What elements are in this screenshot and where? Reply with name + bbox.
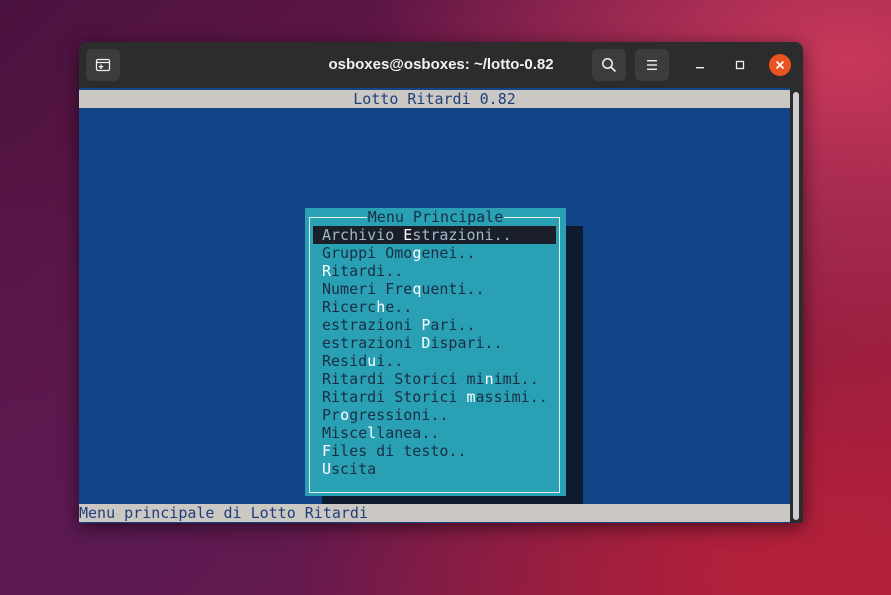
search-icon bbox=[602, 58, 617, 73]
menu-item-text-after: iles di testo.. bbox=[331, 442, 467, 460]
title-bar: osboxes@osboxes: ~/lotto-0.82 bbox=[79, 42, 803, 88]
search-button[interactable] bbox=[592, 49, 626, 81]
menu-item[interactable]: Uscita bbox=[313, 460, 556, 478]
menu-item-text-before: Resid bbox=[322, 352, 368, 370]
menu-item-text-after: enei.. bbox=[421, 244, 476, 262]
maximize-icon bbox=[735, 60, 745, 70]
dialog-title-text: Menu Principale bbox=[366, 208, 505, 226]
main-menu-button[interactable] bbox=[635, 49, 669, 81]
menu-item[interactable]: estrazioni Dispari.. bbox=[313, 334, 556, 352]
menu-item[interactable]: Ritardi.. bbox=[313, 262, 556, 280]
menu-list: Archivio Estrazioni.. Gruppi Omogenei.. Ri… bbox=[313, 226, 556, 478]
menu-item-text-before: Archivio bbox=[322, 226, 404, 244]
hamburger-menu-icon bbox=[647, 60, 657, 70]
menu-item-hotkey: n bbox=[484, 370, 494, 388]
menu-item-text-before: Gruppi Omo bbox=[322, 244, 413, 262]
menu-item-hotkey: g bbox=[412, 244, 422, 262]
menu-item-text-after: itardi.. bbox=[331, 262, 404, 280]
menu-item-text-before: Pr bbox=[322, 406, 341, 424]
menu-item[interactable]: estrazioni Pari.. bbox=[313, 316, 556, 334]
menu-item-hotkey: o bbox=[340, 406, 350, 424]
terminal-area[interactable]: Lotto Ritardi 0.82 Menu Principale Archi… bbox=[79, 88, 790, 523]
menu-item-text-before: Ricerc bbox=[322, 298, 377, 316]
menu-item-text-after: scita bbox=[331, 460, 377, 478]
menu-item[interactable]: Ricerche.. bbox=[313, 298, 556, 316]
menu-item[interactable]: Miscellanea.. bbox=[313, 424, 556, 442]
menu-item-text-after: ari.. bbox=[430, 316, 476, 334]
menu-item-hotkey: U bbox=[322, 460, 332, 478]
menu-item-text-after: i.. bbox=[376, 352, 404, 370]
app-title-bar: Lotto Ritardi 0.82 bbox=[79, 90, 790, 108]
menu-item[interactable]: Gruppi Omogenei.. bbox=[313, 244, 556, 262]
menu-item-hotkey: u bbox=[367, 352, 377, 370]
menu-item-hotkey: F bbox=[322, 442, 332, 460]
close-icon bbox=[775, 60, 785, 70]
close-button[interactable] bbox=[769, 54, 791, 76]
menu-item-text-after: e.. bbox=[385, 298, 413, 316]
menu-item-hotkey: m bbox=[466, 388, 476, 406]
menu-item[interactable]: Residui.. bbox=[313, 352, 556, 370]
menu-item-hotkey: h bbox=[376, 298, 386, 316]
scrollbar[interactable] bbox=[790, 88, 803, 523]
menu-item-text-after: assimi.. bbox=[475, 388, 548, 406]
menu-item-text-after: ispari.. bbox=[430, 334, 503, 352]
main-menu-dialog: Menu Principale Archivio Estrazioni.. Gru… bbox=[305, 208, 566, 496]
menu-item-text-after: uenti.. bbox=[421, 280, 485, 298]
menu-item-hotkey: R bbox=[322, 262, 332, 280]
maximize-button[interactable] bbox=[729, 54, 751, 76]
menu-item-text-before: Misce bbox=[322, 424, 368, 442]
menu-item[interactable]: Files di testo.. bbox=[313, 442, 556, 460]
menu-item-text-after: lanea.. bbox=[376, 424, 440, 442]
menu-item[interactable]: Ritardi Storici massimi.. bbox=[313, 388, 556, 406]
minimize-button[interactable] bbox=[689, 54, 711, 76]
menu-item-text-after: imi.. bbox=[493, 370, 539, 388]
terminal-window: osboxes@osboxes: ~/lotto-0.82 Lotto Rita… bbox=[79, 42, 803, 523]
menu-item[interactable]: Archivio Estrazioni.. bbox=[313, 226, 556, 244]
menu-item[interactable]: Ritardi Storici minimi.. bbox=[313, 370, 556, 388]
menu-item-text-before: estrazioni bbox=[322, 334, 422, 352]
menu-item-hotkey: l bbox=[367, 424, 377, 442]
menu-item-text-before: Ritardi Storici bbox=[322, 388, 467, 406]
menu-item[interactable]: Numeri Frequenti.. bbox=[313, 280, 556, 298]
menu-item-text-after: gressioni.. bbox=[349, 406, 449, 424]
menu-item-hotkey: q bbox=[412, 280, 422, 298]
app-title: Lotto Ritardi 0.82 bbox=[353, 90, 516, 108]
menu-item-text-after: strazioni.. bbox=[412, 226, 512, 244]
scrollbar-thumb[interactable] bbox=[793, 92, 799, 520]
status-text: Menu principale di Lotto Ritardi bbox=[79, 504, 368, 522]
menu-item-text-before: Ritardi Storici mi bbox=[322, 370, 485, 388]
menu-item-hotkey: E bbox=[403, 226, 413, 244]
menu-item-text-before: Numeri Fre bbox=[322, 280, 413, 298]
dialog-title: Menu Principale bbox=[305, 208, 566, 226]
menu-item-text-before: estrazioni bbox=[322, 316, 422, 334]
status-bar: Menu principale di Lotto Ritardi bbox=[79, 504, 790, 522]
minimize-icon bbox=[696, 67, 704, 69]
menu-item[interactable]: Progressioni.. bbox=[313, 406, 556, 424]
